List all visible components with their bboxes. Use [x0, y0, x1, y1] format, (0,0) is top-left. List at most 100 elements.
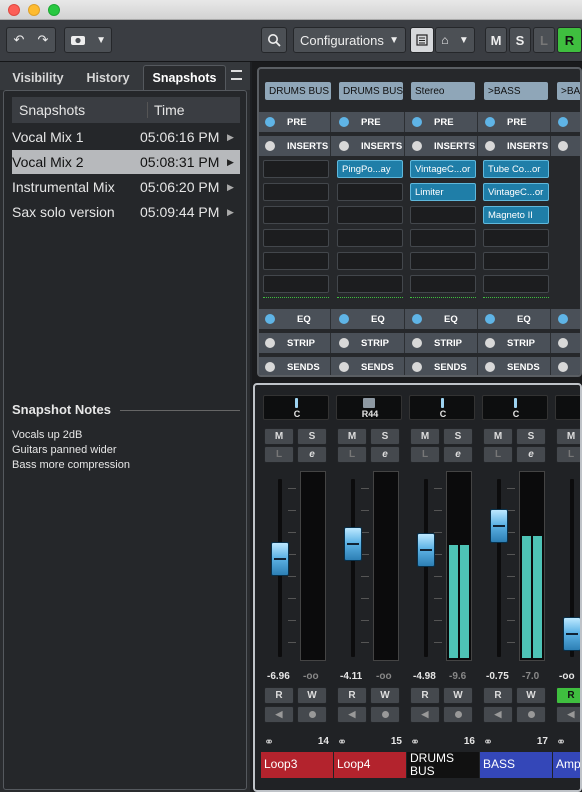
- channel-name[interactable]: Loop4: [334, 752, 406, 778]
- fader-value[interactable]: -4.11: [340, 671, 362, 682]
- read-automation-button[interactable]: R: [556, 687, 580, 704]
- configurations-dropdown[interactable]: Configurations ▼: [293, 27, 406, 53]
- read-automation-button[interactable]: R: [337, 687, 367, 704]
- insert-slot[interactable]: VintageC...or: [483, 183, 549, 201]
- insert-slot[interactable]: [337, 229, 403, 247]
- eq-toggle[interactable]: EQ: [333, 309, 405, 329]
- strip-toggle[interactable]: STRIP: [333, 333, 405, 353]
- sends-toggle[interactable]: SENDS: [333, 357, 405, 375]
- volume-fader[interactable]: [563, 617, 580, 651]
- mute-button[interactable]: M: [556, 428, 580, 445]
- eq-toggle[interactable]: EQ: [479, 309, 551, 329]
- record-enable-button[interactable]: [370, 706, 400, 723]
- listen-button[interactable]: L: [483, 446, 513, 463]
- routing-label[interactable]: >BASS: [484, 82, 548, 100]
- insert-slot[interactable]: [410, 252, 476, 270]
- snapshot-row[interactable]: Vocal Mix 2 05:08:31 PM ▶: [12, 150, 240, 174]
- edit-channel-button[interactable]: e: [297, 446, 327, 463]
- global-mute-button[interactable]: M: [485, 27, 507, 53]
- fader-value[interactable]: -oo: [559, 671, 575, 682]
- insert-slot[interactable]: [263, 160, 329, 178]
- fader-track[interactable]: [497, 479, 501, 657]
- insert-slot[interactable]: [263, 275, 329, 293]
- pre-toggle[interactable]: PRE: [333, 112, 405, 132]
- peak-value[interactable]: -oo: [303, 671, 319, 682]
- routing-label[interactable]: Stereo: [411, 82, 475, 100]
- peak-value[interactable]: -9.6: [449, 671, 466, 682]
- minimize-window-button[interactable]: [28, 4, 40, 16]
- pan-control[interactable]: R44: [336, 395, 402, 420]
- fader-value[interactable]: -0.75: [486, 671, 509, 682]
- mute-button[interactable]: M: [483, 428, 513, 445]
- solo-button[interactable]: S: [370, 428, 400, 445]
- pan-control[interactable]: C: [482, 395, 548, 420]
- insert-slot[interactable]: [263, 252, 329, 270]
- insert-slot[interactable]: PingPo...ay: [337, 160, 403, 178]
- mixer-view-button[interactable]: [410, 27, 434, 53]
- insert-slot[interactable]: [483, 229, 549, 247]
- edit-channel-button[interactable]: e: [443, 446, 473, 463]
- insert-slot[interactable]: [483, 252, 549, 270]
- global-solo-button[interactable]: S: [509, 27, 531, 53]
- record-enable-button[interactable]: [443, 706, 473, 723]
- redo-icon[interactable]: ↷: [38, 32, 49, 48]
- pan-control[interactable]: C: [409, 395, 475, 420]
- snapshot-row[interactable]: Instrumental Mix 05:06:20 PM ▶: [12, 175, 240, 199]
- tab-history[interactable]: History: [78, 65, 138, 90]
- global-listen-button[interactable]: L: [533, 27, 555, 53]
- inserts-toggle[interactable]: INSERTS: [552, 136, 580, 156]
- monitor-button[interactable]: ◀: [410, 706, 440, 723]
- snapshot-notes-text[interactable]: Vocals up 2dB Guitars panned wider Bass …: [12, 428, 130, 473]
- insert-slot[interactable]: [410, 229, 476, 247]
- read-automation-button[interactable]: R: [264, 687, 294, 704]
- record-enable-button[interactable]: [297, 706, 327, 723]
- solo-button[interactable]: S: [516, 428, 546, 445]
- channel-name[interactable]: Loop3: [261, 752, 333, 778]
- volume-fader[interactable]: [344, 527, 362, 561]
- fader-value[interactable]: -4.98: [413, 671, 436, 682]
- peak-value[interactable]: -oo: [376, 671, 392, 682]
- fader-track[interactable]: [424, 479, 428, 657]
- zoom-window-button[interactable]: [48, 4, 60, 16]
- strip-toggle[interactable]: STRIP: [406, 333, 478, 353]
- column-header-name[interactable]: Snapshots: [19, 102, 85, 118]
- insert-slot[interactable]: [263, 183, 329, 201]
- monitor-button[interactable]: ◀: [337, 706, 367, 723]
- routing-label[interactable]: >BAS: [557, 82, 580, 100]
- insert-slot[interactable]: Tube Co...or: [483, 160, 549, 178]
- insert-slot[interactable]: [337, 275, 403, 293]
- sends-toggle[interactable]: SENDS: [259, 357, 331, 375]
- eq-toggle[interactable]: EQ: [406, 309, 478, 329]
- insert-slot[interactable]: [337, 206, 403, 224]
- read-automation-button[interactable]: R: [410, 687, 440, 704]
- insert-slot[interactable]: VintageC...or: [410, 160, 476, 178]
- eq-toggle[interactable]: EQ: [259, 309, 331, 329]
- routing-label[interactable]: DRUMS BUS: [339, 82, 403, 100]
- listen-button[interactable]: L: [337, 446, 367, 463]
- strip-toggle[interactable]: STRIP: [259, 333, 331, 353]
- pan-control[interactable]: C: [263, 395, 329, 420]
- solo-button[interactable]: S: [443, 428, 473, 445]
- snapshot-row[interactable]: Sax solo version 05:09:44 PM ▶: [12, 200, 240, 224]
- window-layout-button[interactable]: ⌂ ▼: [435, 27, 475, 53]
- search-button[interactable]: [261, 27, 287, 53]
- mute-button[interactable]: M: [337, 428, 367, 445]
- insert-slot[interactable]: [263, 206, 329, 224]
- inserts-toggle[interactable]: INSERTS: [259, 136, 331, 156]
- routing-label[interactable]: DRUMS BUS: [265, 82, 331, 100]
- listen-button[interactable]: L: [264, 446, 294, 463]
- pre-toggle[interactable]: PRE: [552, 112, 580, 132]
- volume-fader[interactable]: [490, 509, 508, 543]
- inserts-toggle[interactable]: INSERTS: [333, 136, 405, 156]
- mute-button[interactable]: M: [410, 428, 440, 445]
- edit-channel-button[interactable]: e: [370, 446, 400, 463]
- insert-slot[interactable]: Limiter: [410, 183, 476, 201]
- eq-toggle[interactable]: EQ: [552, 309, 580, 329]
- solo-button[interactable]: S: [297, 428, 327, 445]
- channel-name[interactable]: Amp Peda: [553, 752, 580, 778]
- fader-value[interactable]: -6.96: [267, 671, 290, 682]
- inserts-toggle[interactable]: INSERTS: [479, 136, 551, 156]
- insert-slot[interactable]: [410, 275, 476, 293]
- strip-toggle[interactable]: STRIP: [479, 333, 551, 353]
- column-header-time[interactable]: Time: [147, 102, 185, 118]
